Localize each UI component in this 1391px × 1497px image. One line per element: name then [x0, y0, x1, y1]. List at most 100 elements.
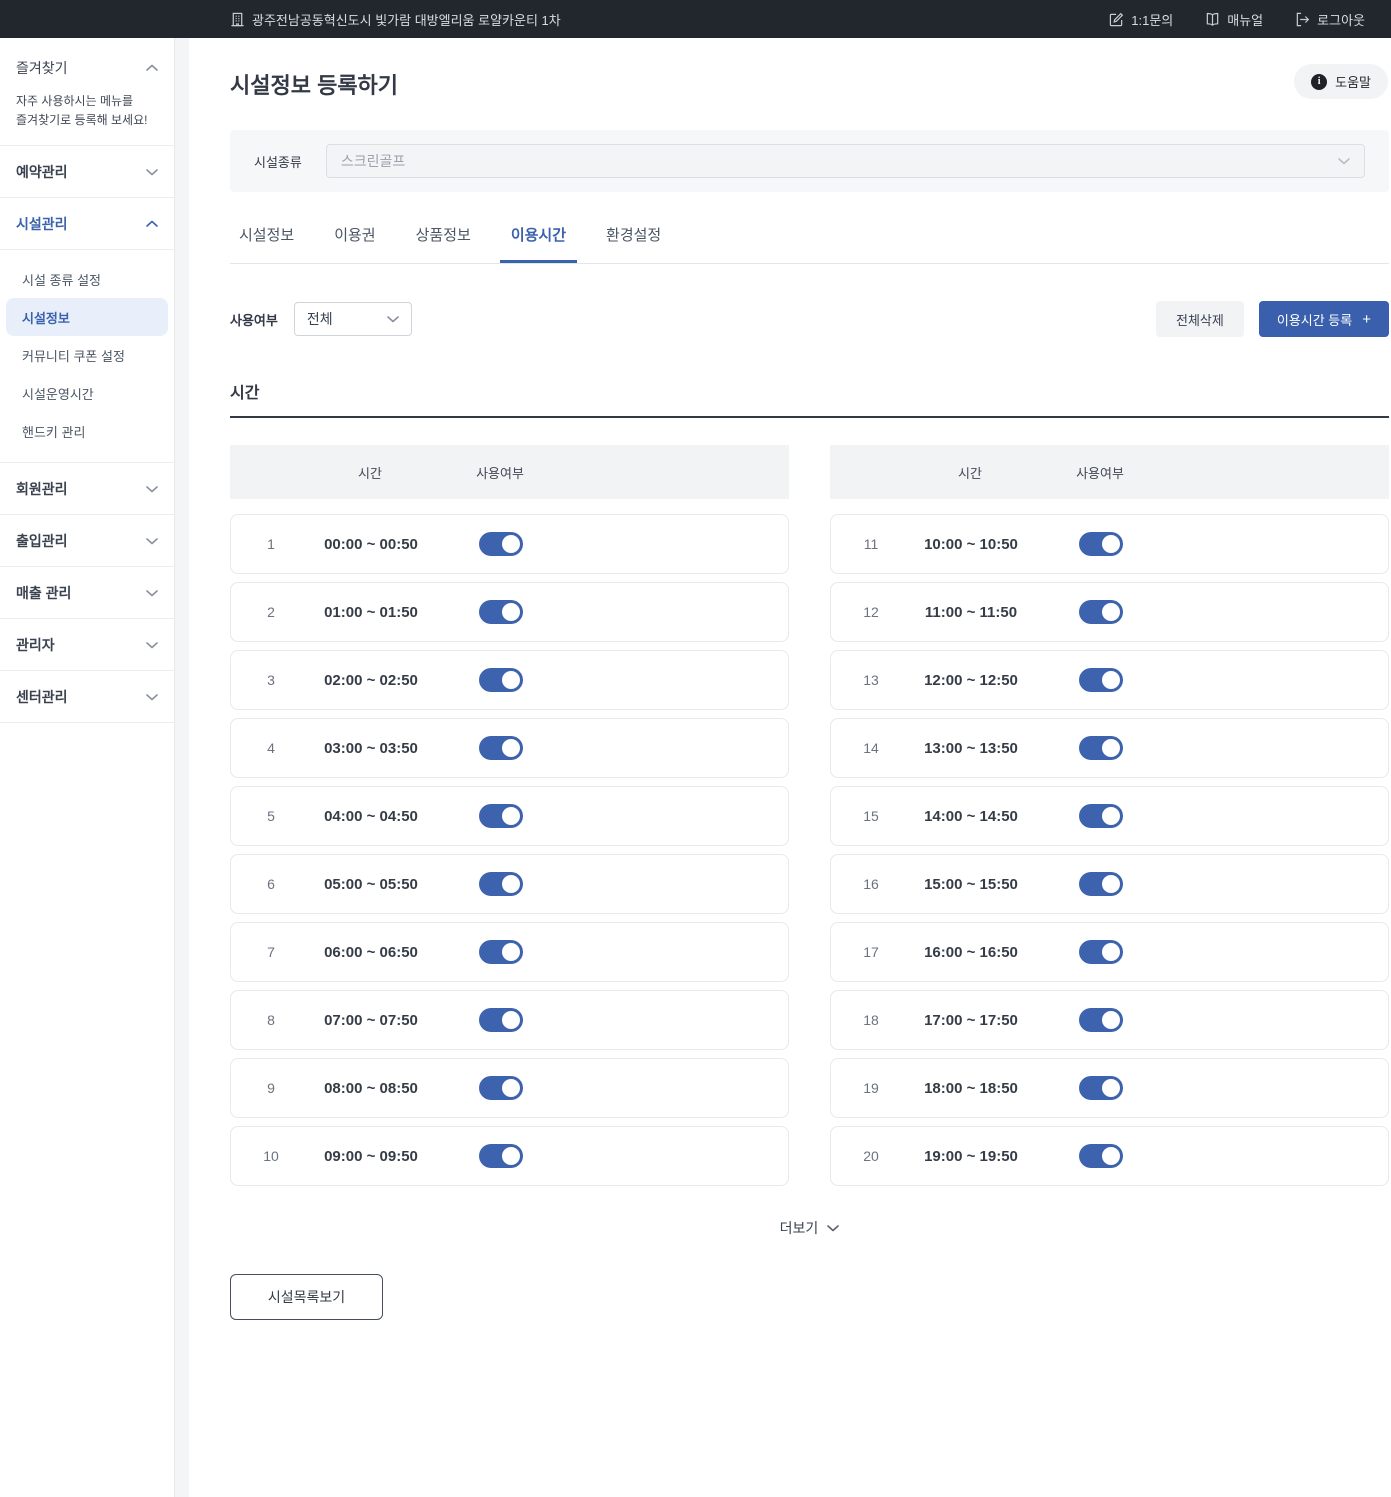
facility-submenu: 시설 종류 설정 시설정보 커뮤니티 쿠폰 설정 시설운영시간 핸드키 관리 — [0, 250, 174, 463]
slot-enabled-toggle[interactable] — [1079, 940, 1123, 964]
col-header-time: 시간 — [310, 463, 430, 482]
slot-time-range: 02:00 ~ 02:50 — [311, 672, 431, 689]
slot-enabled-toggle[interactable] — [1079, 532, 1123, 556]
toggle-knob-icon — [1102, 943, 1120, 961]
time-slot-row: 14 13:00 ~ 13:50 — [830, 718, 1389, 778]
usage-filter-select[interactable]: 전체 — [294, 302, 412, 336]
help-label: 도움말 — [1335, 72, 1371, 91]
time-slot-row: 5 04:00 ~ 04:50 — [230, 786, 789, 846]
sidebar-subitem-facility-type[interactable]: 시설 종류 설정 — [6, 260, 168, 298]
col-header-time: 시간 — [910, 463, 1030, 482]
time-slot-row: 6 05:00 ~ 05:50 — [230, 854, 789, 914]
page-title: 시설정보 등록하기 — [230, 38, 1389, 100]
slot-enabled-toggle[interactable] — [479, 736, 523, 760]
help-button[interactable]: i 도움말 — [1294, 64, 1388, 99]
sidebar-subitem-operating-hours[interactable]: 시설운영시간 — [6, 374, 168, 412]
edit-icon — [1109, 12, 1124, 27]
slot-enabled-toggle[interactable] — [1079, 872, 1123, 896]
logout-icon — [1295, 12, 1310, 27]
chevron-down-icon — [146, 168, 158, 176]
sidebar-item-sales[interactable]: 매출 관리 — [0, 567, 174, 619]
slot-enabled-toggle[interactable] — [1079, 1076, 1123, 1100]
chevron-down-icon — [146, 589, 158, 597]
sidebar-subitem-handkey[interactable]: 핸드키 관리 — [6, 412, 168, 450]
tab-pass[interactable]: 이용권 — [334, 224, 375, 263]
toggle-knob-icon — [502, 807, 520, 825]
time-slot-row: 3 02:00 ~ 02:50 — [230, 650, 789, 710]
sidebar-item-facility[interactable]: 시설관리 — [0, 198, 174, 250]
show-more-button[interactable]: 더보기 — [230, 1218, 1389, 1238]
slot-enabled-toggle[interactable] — [479, 600, 523, 624]
sidebar-item-admin[interactable]: 관리자 — [0, 619, 174, 671]
tab-usage-time[interactable]: 이용시간 — [500, 224, 577, 263]
sidebar-subitem-community-coupon[interactable]: 커뮤니티 쿠폰 설정 — [6, 336, 168, 374]
tab-environment[interactable]: 환경설정 — [606, 224, 661, 263]
subitem-label: 핸드키 관리 — [22, 422, 85, 441]
slot-enabled-toggle[interactable] — [479, 804, 523, 828]
sidebar-item-label: 센터관리 — [16, 687, 68, 707]
chevron-down-icon — [146, 537, 158, 545]
plus-icon: + — [1362, 311, 1371, 328]
slot-enabled-toggle[interactable] — [479, 940, 523, 964]
toggle-knob-icon — [1102, 875, 1120, 893]
slot-enabled-toggle[interactable] — [479, 668, 523, 692]
inquiry-label: 1:1문의 — [1131, 10, 1173, 29]
chevron-down-icon — [146, 693, 158, 701]
favorites-hint-line1: 자주 사용하시는 메뉴를 — [16, 92, 158, 111]
toggle-knob-icon — [1102, 1079, 1120, 1097]
slot-number: 2 — [231, 604, 311, 620]
toggle-knob-icon — [1102, 535, 1120, 553]
table-header: 시간 사용여부 — [230, 445, 789, 499]
slot-time-range: 18:00 ~ 18:50 — [911, 1080, 1031, 1097]
favorites-header[interactable]: 즐겨찾기 — [0, 38, 174, 78]
sidebar-subitem-facility-info[interactable]: 시설정보 — [6, 298, 168, 336]
subitem-label: 커뮤니티 쿠폰 설정 — [22, 346, 125, 365]
slot-enabled-toggle[interactable] — [479, 1076, 523, 1100]
tab-product-info[interactable]: 상품정보 — [416, 224, 471, 263]
logout-link[interactable]: 로그아웃 — [1295, 10, 1365, 29]
slot-time-range: 04:00 ~ 04:50 — [311, 808, 431, 825]
chevron-down-icon — [387, 315, 399, 323]
facility-type-select[interactable]: 스크린골프 — [326, 144, 1365, 178]
slot-enabled-toggle[interactable] — [1079, 804, 1123, 828]
delete-all-button[interactable]: 전체삭제 — [1156, 301, 1244, 337]
slot-number: 8 — [231, 1012, 311, 1028]
slot-time-range: 14:00 ~ 14:50 — [911, 808, 1031, 825]
slot-enabled-toggle[interactable] — [1079, 600, 1123, 624]
slot-enabled-toggle[interactable] — [1079, 1008, 1123, 1032]
sidebar-item-reservation[interactable]: 예약관리 — [0, 146, 174, 198]
facility-list-button[interactable]: 시설목록보기 — [230, 1274, 383, 1320]
sidebar-item-members[interactable]: 회원관리 — [0, 463, 174, 515]
slot-enabled-toggle[interactable] — [1079, 668, 1123, 692]
filter-row: 사용여부 전체 전체삭제 이용시간 등록 + — [230, 301, 1389, 337]
tab-bar: 시설정보 이용권 상품정보 이용시간 환경설정 — [230, 224, 1389, 264]
toggle-knob-icon — [502, 603, 520, 621]
slot-enabled-toggle[interactable] — [479, 1008, 523, 1032]
slot-time-range: 07:00 ~ 07:50 — [311, 1012, 431, 1029]
slot-number: 11 — [831, 536, 911, 552]
slot-time-range: 09:00 ~ 09:50 — [311, 1148, 431, 1165]
slot-time-range: 12:00 ~ 12:50 — [911, 672, 1031, 689]
time-tables: 시간 사용여부 1 00:00 ~ 00:50 — [230, 445, 1389, 1186]
slot-enabled-toggle[interactable] — [479, 1144, 523, 1168]
sidebar-item-center[interactable]: 센터관리 — [0, 671, 174, 723]
toggle-knob-icon — [1102, 603, 1120, 621]
toggle-knob-icon — [1102, 1147, 1120, 1165]
tab-facility-info[interactable]: 시설정보 — [239, 224, 294, 263]
toggle-knob-icon — [502, 1147, 520, 1165]
slot-enabled-toggle[interactable] — [1079, 1144, 1123, 1168]
slot-enabled-toggle[interactable] — [479, 532, 523, 556]
register-usage-time-button[interactable]: 이용시간 등록 + — [1259, 301, 1389, 337]
slot-enabled-toggle[interactable] — [479, 872, 523, 896]
slot-time-range: 11:00 ~ 11:50 — [911, 604, 1031, 621]
sidebar-gutter — [175, 38, 189, 1497]
slot-time-range: 05:00 ~ 05:50 — [311, 876, 431, 893]
slot-number: 10 — [231, 1148, 311, 1164]
slot-time-range: 10:00 ~ 10:50 — [911, 536, 1031, 553]
sidebar-item-label: 출입관리 — [16, 531, 68, 551]
slot-enabled-toggle[interactable] — [1079, 736, 1123, 760]
toggle-knob-icon — [502, 875, 520, 893]
sidebar-item-access[interactable]: 출입관리 — [0, 515, 174, 567]
inquiry-link[interactable]: 1:1문의 — [1109, 10, 1173, 29]
manual-link[interactable]: 매뉴얼 — [1205, 10, 1263, 29]
